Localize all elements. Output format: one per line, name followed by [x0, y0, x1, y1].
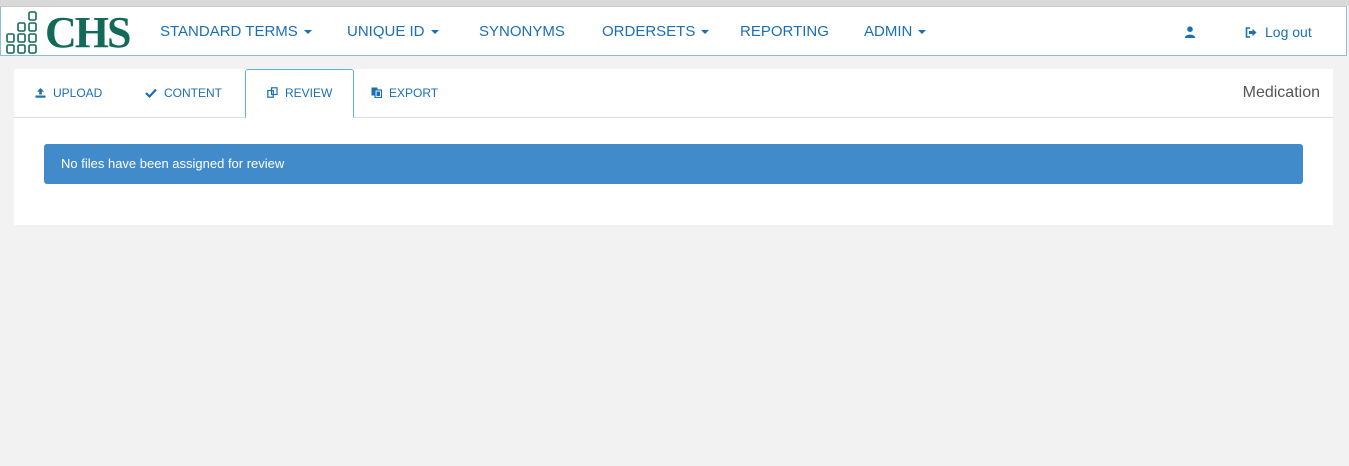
- user-icon[interactable]: [1184, 26, 1196, 38]
- nav-label: UNIQUE ID: [347, 23, 425, 40]
- upload-icon: [35, 88, 46, 98]
- export-icon: [371, 87, 383, 99]
- nav-label: REPORTING: [740, 23, 829, 40]
- nav-label: ORDERSETS: [602, 23, 696, 40]
- tab-bar: UPLOAD CONTENT REVIEW EXPORT Medication: [14, 69, 1333, 118]
- chs-logo[interactable]: CHS: [3, 8, 131, 57]
- nav-label: ADMIN: [864, 23, 913, 40]
- copy-icon: [267, 87, 278, 98]
- caret-down-icon: [303, 30, 312, 35]
- nav-label: STANDARD TERMS: [160, 23, 298, 40]
- tab-review[interactable]: REVIEW: [245, 69, 355, 118]
- nav-reporting[interactable]: REPORTING: [740, 7, 829, 57]
- caret-down-icon: [430, 30, 439, 35]
- info-alert: No files have been assigned for review: [44, 144, 1303, 184]
- check-icon: [145, 88, 157, 99]
- logout-link[interactable]: Log out: [1245, 7, 1312, 57]
- tab-label: CONTENT: [164, 86, 222, 100]
- nav-standard-terms[interactable]: STANDARD TERMS: [160, 7, 312, 57]
- nav-unique-id[interactable]: UNIQUE ID: [347, 7, 439, 57]
- nav-admin[interactable]: ADMIN: [864, 7, 927, 57]
- top-navbar: CHS STANDARD TERMS UNIQUE ID SYNONYMS OR…: [0, 6, 1347, 56]
- sign-out-icon: [1245, 27, 1257, 38]
- panel-title: Medication: [1242, 84, 1320, 101]
- caret-down-icon: [918, 30, 927, 35]
- tab-label: UPLOAD: [53, 86, 103, 100]
- tab-content[interactable]: CONTENT: [124, 69, 243, 117]
- nav-synonyms[interactable]: SYNONYMS: [479, 7, 565, 57]
- logo-text: CHS: [45, 8, 131, 57]
- logout-label: Log out: [1265, 24, 1312, 40]
- tab-upload[interactable]: UPLOAD: [14, 69, 123, 117]
- tab-export[interactable]: EXPORT: [350, 69, 459, 117]
- nav-label: SYNONYMS: [479, 23, 565, 40]
- logo-squares-icon: [6, 11, 37, 54]
- review-panel: UPLOAD CONTENT REVIEW EXPORT Medication …: [14, 69, 1333, 225]
- tab-label: EXPORT: [389, 86, 439, 100]
- tab-label: REVIEW: [285, 86, 333, 100]
- nav-ordersets[interactable]: ORDERSETS: [602, 7, 710, 57]
- caret-down-icon: [701, 30, 710, 35]
